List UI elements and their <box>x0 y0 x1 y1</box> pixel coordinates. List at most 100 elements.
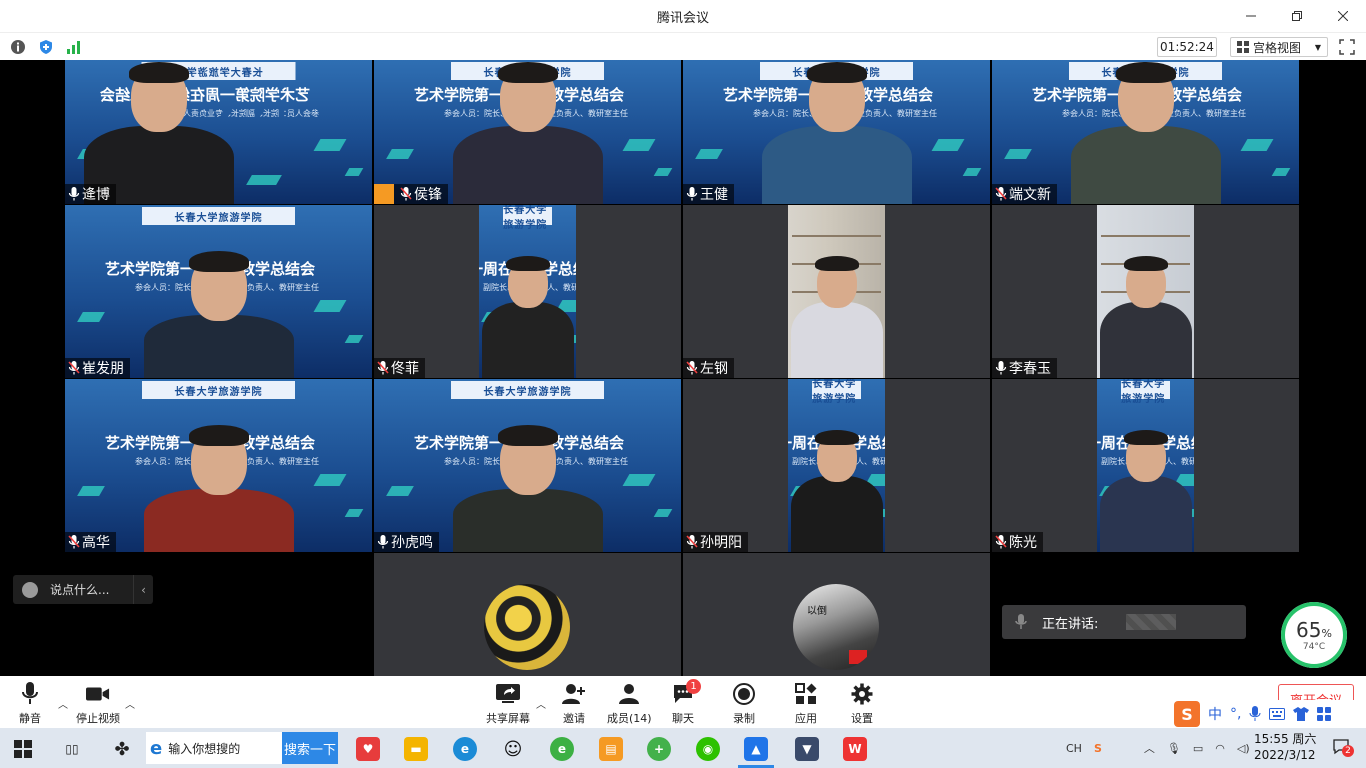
mic-muted-icon <box>400 187 412 201</box>
audio-participant-tile[interactable] <box>374 553 681 676</box>
taskbar-clock[interactable]: 15:55 周六 2022/3/12 <box>1254 731 1316 763</box>
notification-center-icon[interactable]: 2 <box>1333 738 1354 757</box>
mic-muted-icon <box>995 535 1007 549</box>
minimize-button[interactable] <box>1228 0 1274 32</box>
participant-name: 孙明阳 <box>700 535 742 551</box>
keyboard-icon[interactable] <box>1269 708 1286 720</box>
taskbar-search-input[interactable]: e 输入你想搜的 <box>146 732 282 764</box>
system-tray: CH S ︿ 🎙 ▭ ◠ ◁) <box>1066 728 1250 768</box>
tray-microphone-icon[interactable]: 🎙 <box>1167 742 1181 755</box>
share-options-chevron[interactable]: ︿ <box>536 696 546 711</box>
tray-expand-icon[interactable]: ︿ <box>1144 740 1155 756</box>
performance-gauge[interactable]: 65% 74°C <box>1281 602 1347 668</box>
record-button[interactable]: 录制 <box>732 682 756 726</box>
video-tile[interactable]: 长春大学旅游学院艺术学院第一周在线教学总结会参会人员：院长、副院长、专业负责人、… <box>374 60 681 204</box>
participant-name-tag: 孙虎鸣 <box>374 532 439 552</box>
video-tile[interactable]: 李春玉 <box>992 205 1299 378</box>
video-tile[interactable]: 长春大学旅游学院艺术学院第一周在线教学总结会参会人员：院长、副院长、专业负责人、… <box>374 205 681 378</box>
participant-hair <box>505 256 550 272</box>
close-button[interactable] <box>1320 0 1366 32</box>
browser-360-icon[interactable]: e <box>550 737 574 761</box>
fan-app-icon[interactable]: ✤ <box>110 737 134 761</box>
skin-shirt-icon[interactable] <box>1293 707 1310 721</box>
wps-office-icon[interactable]: W <box>843 737 867 761</box>
participant-hair <box>1123 430 1168 446</box>
qq-icon[interactable]: ☺ <box>501 737 525 761</box>
chat-label: 聊天 <box>672 712 694 725</box>
participant-body <box>761 126 912 204</box>
participant-video <box>992 60 1299 204</box>
taskbar-search-button[interactable]: 搜索一下 <box>282 732 338 764</box>
edge-browser-icon[interactable]: e <box>453 737 477 761</box>
video-tile[interactable]: 长春大学旅游学院艺术学院第一周在线教学总结会参会人员：院长、副院长、专业负责人、… <box>683 60 990 204</box>
participant-video <box>374 205 681 378</box>
mute-options-chevron[interactable]: ︿ <box>58 696 68 711</box>
apps-button[interactable]: 应用 <box>794 682 818 726</box>
share-screen-button[interactable]: 共享屏幕 <box>486 682 530 726</box>
participant-body <box>452 489 603 552</box>
meeting-timer: 01:52:24 <box>1157 37 1217 57</box>
participant-name: 李春玉 <box>1009 361 1051 377</box>
stop-video-button[interactable]: 停止视频 <box>76 682 120 726</box>
collapse-chat-button[interactable]: ‹ <box>133 575 153 604</box>
video-tile[interactable]: 长春大学旅游学院艺术学院第一周在线教学总结会参会人员：院长、副院长、专业负责人、… <box>65 205 372 378</box>
apps-label: 应用 <box>795 712 817 725</box>
windows-start-icon[interactable] <box>14 740 32 758</box>
voice-input-icon[interactable] <box>1249 706 1261 722</box>
microphone-icon <box>22 682 38 704</box>
participant-video <box>683 205 990 378</box>
video-options-chevron[interactable]: ︿ <box>125 696 135 711</box>
ime-language[interactable]: 中 <box>1208 704 1222 724</box>
mute-button[interactable]: 静音 <box>18 682 42 726</box>
graduation-app-icon[interactable]: ▼ <box>795 737 819 761</box>
apps-grid-icon <box>795 683 817 704</box>
ime-menu-icon[interactable] <box>1317 707 1332 721</box>
video-tile[interactable]: 长春大学旅游学院艺术学院第一周在线教学总结会参会人员：院长、副院长、专业负责人、… <box>65 379 372 552</box>
video-tile[interactable]: 长春大学旅游学院艺术学院第一周在线教学总结会参会人员：院长、副院长、专业负责人、… <box>992 379 1299 552</box>
network-button[interactable] <box>64 37 84 57</box>
participant-name: 侯锋 <box>414 187 442 203</box>
view-mode-select[interactable]: 宫格视图 ▼ <box>1230 37 1328 57</box>
sogou-tray-icon[interactable]: S <box>1094 742 1102 755</box>
security-360-icon[interactable]: + <box>647 737 671 761</box>
task-view-icon[interactable]: ▯▯ <box>60 737 84 761</box>
participant-video <box>374 60 681 204</box>
invite-label: 邀请 <box>563 712 585 725</box>
record-icon <box>733 683 755 705</box>
security-button[interactable] <box>36 37 56 57</box>
tray-language[interactable]: CH <box>1066 742 1082 755</box>
video-tile[interactable]: 长春大学旅游学院艺术学院第一周在线教学总结会参会人员：院长、副院长、专业负责人、… <box>374 379 681 552</box>
meeting-info-button[interactable] <box>8 37 28 57</box>
gear-icon <box>851 683 873 705</box>
invite-button[interactable]: 邀请 <box>562 682 586 726</box>
video-tile[interactable]: 长春大学旅游学院艺术学院第一周在线教学总结会参会人员：院长、副院长、专业负责人、… <box>65 60 372 204</box>
wechat-icon[interactable]: ◉ <box>696 737 720 761</box>
video-tile[interactable]: 长春大学旅游学院艺术学院第一周在线教学总结会参会人员：院长、副院长、专业负责人、… <box>683 379 990 552</box>
chat-button[interactable]: 1 聊天 <box>671 679 701 726</box>
tencent-meeting-taskbar-icon[interactable]: ▲ <box>744 737 768 761</box>
fullscreen-icon[interactable] <box>1338 38 1356 56</box>
gift-app-icon[interactable]: ♥ <box>356 737 380 761</box>
ime-punctuation[interactable]: °, <box>1230 706 1241 722</box>
info-bar: 01:52:24 宫格视图 ▼ <box>0 32 1366 60</box>
video-tile[interactable]: 左钢 <box>683 205 990 378</box>
restore-button[interactable] <box>1274 0 1320 32</box>
tray-wifi-icon[interactable]: ◠ <box>1215 742 1225 755</box>
chat-input[interactable]: 说点什么... ‹ <box>13 575 153 604</box>
tray-volume-icon[interactable]: ◁) <box>1237 742 1250 755</box>
window-controls <box>1228 0 1366 32</box>
user-avatar-icon <box>374 184 394 204</box>
emoji-icon[interactable] <box>22 581 38 598</box>
cpu-percent-sign: % <box>1321 627 1332 640</box>
cpu-temperature: 74°C <box>1302 642 1326 652</box>
video-tile[interactable]: 长春大学旅游学院艺术学院第一周在线教学总结会参会人员：院长、副院长、专业负责人、… <box>992 60 1299 204</box>
tray-battery-icon[interactable]: ▭ <box>1193 742 1203 755</box>
audio-participant-tile[interactable]: 以倒 <box>683 553 990 676</box>
notes-app-icon[interactable]: ▤ <box>599 737 623 761</box>
sogou-logo-icon[interactable]: S <box>1174 701 1200 727</box>
participant-body <box>143 315 294 378</box>
file-explorer-icon[interactable]: ▬ <box>404 737 428 761</box>
members-button[interactable]: 成员(14) <box>607 682 652 726</box>
settings-button[interactable]: 设置 <box>850 682 874 726</box>
flag-icon <box>849 650 867 664</box>
